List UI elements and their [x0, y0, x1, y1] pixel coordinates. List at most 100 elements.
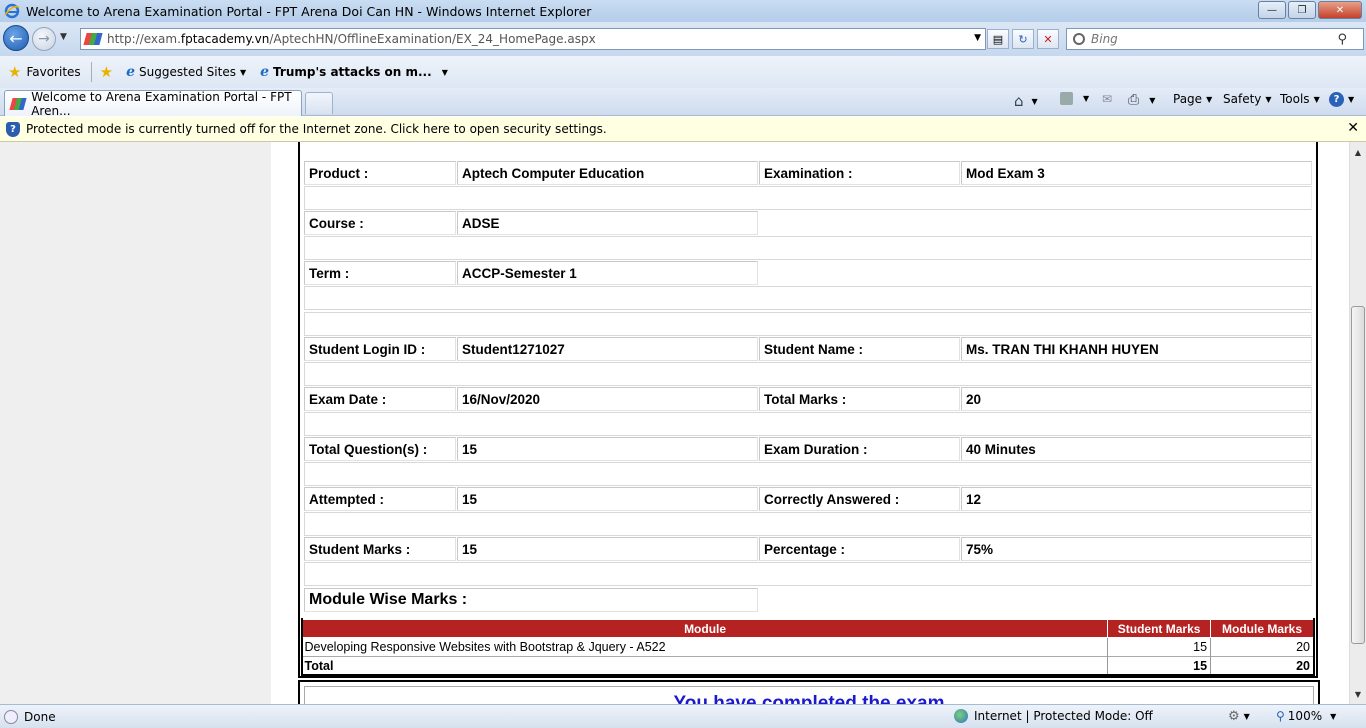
new-tab-button[interactable] — [305, 92, 333, 114]
security-zone[interactable]: Internet | Protected Mode: Off — [954, 709, 1153, 723]
page-content: Product : Aptech Computer Education Exam… — [0, 142, 1349, 704]
scroll-down-arrow-icon[interactable]: ▼ — [1350, 686, 1366, 702]
news-link-label: Trump's attacks on m... — [273, 65, 432, 79]
search-field[interactable]: ⚲ — [1066, 28, 1364, 50]
security-info-bar[interactable]: ? Protected mode is currently turned off… — [0, 117, 1366, 142]
refresh-button[interactable]: ↻ — [1012, 29, 1034, 49]
chevron-down-icon: ▼ — [1083, 94, 1090, 103]
scroll-up-arrow-icon[interactable]: ▲ — [1350, 144, 1366, 160]
zoom-level: 100% — [1287, 709, 1323, 723]
favorites-bar: ★ Favorites ★ e Suggested Sites ▼ e Trum… — [0, 56, 1366, 88]
help-button[interactable]: ? ▼ — [1329, 92, 1354, 107]
vertical-scrollbar[interactable]: ▲ ▼ — [1349, 142, 1366, 704]
tab-arena-portal[interactable]: Welcome to Arena Examination Portal - FP… — [4, 90, 302, 118]
chevron-down-icon: ▼ — [239, 67, 247, 77]
close-window-button[interactable]: ✕ — [1318, 1, 1362, 19]
completion-box: You have completed the exam — [298, 680, 1320, 704]
help-icon: ? — [1329, 92, 1344, 107]
globe-icon — [954, 709, 968, 723]
print-button[interactable]: ⎙ ▼ — [1128, 92, 1155, 108]
chevron-down-icon: ▼ — [1265, 94, 1272, 104]
security-shield-icon: ? — [6, 121, 20, 137]
compatibility-view-button[interactable]: ▤ — [987, 29, 1009, 49]
ie-page-icon: e — [260, 64, 270, 80]
safety-menu-label: Safety — [1223, 92, 1262, 106]
protected-mode-button[interactable]: ⚙ ▼ — [1228, 709, 1250, 724]
window-title: Welcome to Arena Examination Portal - FP… — [26, 3, 592, 19]
module-table-border — [301, 618, 1315, 676]
compatibility-icon: ▤ — [992, 32, 1004, 46]
row-spacer — [304, 362, 1312, 386]
home-button[interactable]: ⌂ ▼ — [1014, 92, 1038, 110]
chevron-down-icon: ▼ — [1313, 94, 1320, 104]
exam-duration-label: Exam Duration : — [759, 437, 960, 461]
examination-value: Mod Exam 3 — [961, 161, 1312, 185]
row-spacer — [304, 186, 1312, 210]
status-bar: Done Internet | Protected Mode: Off ⚙ ▼ … — [0, 704, 1366, 728]
close-icon[interactable]: ✕ — [1347, 120, 1359, 136]
minimize-button[interactable]: — — [1258, 1, 1286, 19]
exam-date-label: Exam Date : — [304, 387, 456, 411]
chevron-down-icon: ▼ — [1348, 95, 1355, 104]
course-value: ADSE — [457, 211, 758, 235]
examination-label: Examination : — [759, 161, 960, 185]
completion-inner-box: You have completed the exam — [304, 686, 1314, 704]
printer-icon: ⎙ — [1128, 92, 1140, 108]
address-toolbar: ← → ▼ http://exam.fptacademy.vn/AptechHN… — [0, 22, 1366, 56]
mail-icon: ✉ — [1102, 92, 1113, 106]
favorites-separator — [90, 62, 92, 82]
gear-icon: ⚙ — [1228, 709, 1240, 724]
zone-text: Internet | Protected Mode: Off — [974, 709, 1153, 723]
course-label: Course : — [304, 211, 456, 235]
rss-feed-icon — [1060, 92, 1073, 105]
safety-menu[interactable]: Safety ▼ — [1223, 92, 1272, 106]
login-id-label: Student Login ID : — [304, 337, 456, 361]
add-to-favorites-bar-button[interactable]: ★ — [100, 63, 118, 81]
info-bar-message: Protected mode is currently turned off f… — [26, 122, 607, 136]
read-mail-button[interactable]: ✉ — [1102, 92, 1112, 106]
back-button[interactable]: ← — [3, 25, 29, 51]
correctly-answered-label: Correctly Answered : — [759, 487, 960, 511]
feeds-button[interactable]: ▼ — [1060, 92, 1089, 105]
home-icon: ⌂ — [1014, 92, 1024, 110]
term-label: Term : — [304, 261, 456, 285]
ie-logo-icon — [4, 3, 20, 19]
page-menu[interactable]: Page ▼ — [1173, 92, 1212, 106]
address-field[interactable]: http://exam.fptacademy.vn/AptechHN/Offli… — [80, 28, 986, 50]
stop-button[interactable]: ✕ — [1037, 29, 1059, 49]
row-spacer — [304, 462, 1312, 486]
stop-icon: ✕ — [1043, 32, 1053, 46]
recent-pages-dropdown[interactable]: ▼ — [60, 32, 67, 42]
chevron-down-icon: ▼ — [1206, 94, 1213, 104]
total-questions-label: Total Question(s) : — [304, 437, 456, 461]
student-name-label: Student Name : — [759, 337, 960, 361]
zoom-control[interactable]: ⚲ 100% ▼ — [1276, 709, 1336, 723]
row-spacer — [304, 236, 1312, 260]
chevron-down-icon: ▼ — [1330, 711, 1337, 721]
back-arrow-icon: ← — [9, 28, 23, 48]
forward-button[interactable]: → — [32, 27, 56, 51]
tools-menu-label: Tools — [1280, 92, 1310, 106]
restore-button[interactable]: ❐ — [1288, 1, 1316, 19]
search-input[interactable] — [1091, 32, 1331, 46]
scrollbar-thumb[interactable] — [1351, 306, 1365, 644]
news-link[interactable]: e Trump's attacks on m... ▼ — [260, 64, 448, 80]
search-icon[interactable]: ⚲ — [1337, 32, 1347, 47]
title-bar: Welcome to Arena Examination Portal - FP… — [0, 0, 1366, 22]
student-name-value: Ms. TRAN THI KHANH HUYEN — [961, 337, 1312, 361]
attempted-label: Attempted : — [304, 487, 456, 511]
url-dropdown-icon[interactable]: ▼ — [974, 33, 981, 43]
row-spacer — [304, 562, 1312, 586]
favorites-button[interactable]: ★ Favorites — [8, 63, 81, 81]
total-marks-value: 20 — [961, 387, 1312, 411]
favorites-label: Favorites — [26, 65, 81, 79]
add-favorite-icon: ★ — [99, 63, 114, 81]
suggested-sites-link[interactable]: e Suggested Sites ▼ — [126, 64, 246, 80]
chevron-down-icon: ▼ — [1243, 712, 1250, 721]
tools-menu[interactable]: Tools ▼ — [1280, 92, 1320, 106]
tab-bar: Welcome to Arena Examination Portal - FP… — [0, 88, 1366, 118]
status-text: Done — [24, 709, 56, 724]
exam-date-value: 16/Nov/2020 — [457, 387, 758, 411]
site-favicon-icon — [83, 33, 103, 45]
url-text: http://exam.fptacademy.vn/AptechHN/Offli… — [107, 32, 596, 46]
